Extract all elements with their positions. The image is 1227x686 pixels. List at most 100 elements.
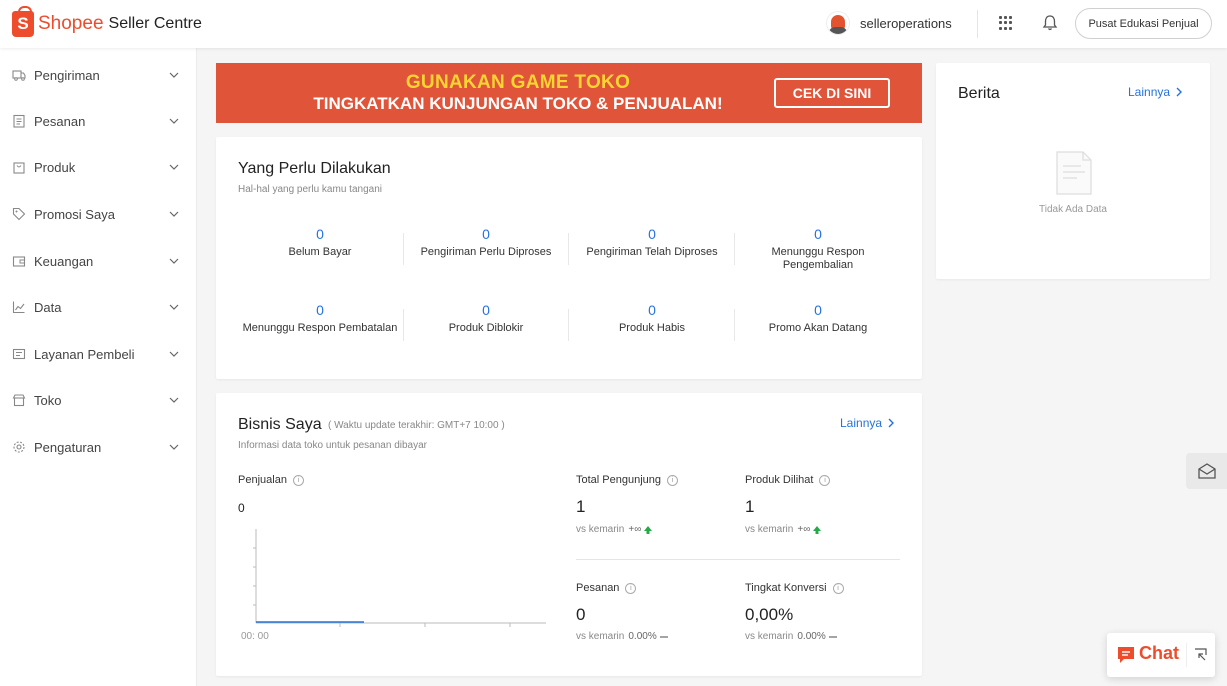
arrow-up-icon (644, 525, 653, 534)
business-card: Bisnis Saya ( Waktu update terakhir: GMT… (216, 393, 922, 676)
sidebar-item-pengaturan[interactable]: Pengaturan (0, 424, 197, 470)
more-link-label: Lainnya (840, 416, 883, 430)
sidebar-item-toko[interactable]: Toko (0, 377, 197, 423)
sales-chart: 00: 00 (241, 529, 546, 642)
mail-icon (1197, 463, 1216, 479)
todo-item[interactable]: 0 Produk Habis (569, 300, 735, 335)
chevron-down-icon (169, 351, 179, 357)
info-icon[interactable]: i (292, 474, 304, 486)
todo-card: Yang Perlu Dilakukan Hal-hal yang perlu … (216, 137, 922, 379)
todo-item[interactable]: 0 Produk Diblokir (403, 300, 569, 335)
sidebar-item-pesanan[interactable]: Pesanan (0, 98, 197, 144)
info-icon[interactable]: i (625, 582, 637, 594)
chat-label: Chat (1139, 643, 1179, 663)
logo-brand: Shopee (38, 13, 104, 34)
todo-label: Produk Diblokir (448, 322, 524, 334)
sidebar-item-label: Layanan Pembeli (34, 346, 135, 362)
arrow-up-icon (813, 525, 822, 534)
shopee-logo[interactable]: S Shopee Seller Centre (12, 6, 202, 40)
top-header: S Shopee Seller Centre selleroperations … (0, 0, 1227, 48)
news-empty-text: Tidak Ada Data (1038, 204, 1107, 215)
banner-headline: GUNAKAN GAME TOKO (405, 72, 631, 93)
promo-banner[interactable]: GUNAKAN GAME TOKO TINGKATKAN KUNJUNGAN T… (216, 63, 922, 123)
metric-label-text: Total Pengunjung (576, 474, 662, 486)
sales-value: 0 (238, 501, 245, 515)
sidebar-item-keuangan[interactable]: Keuangan (0, 238, 197, 284)
info-icon[interactable]: i (819, 474, 831, 486)
user-menu[interactable]: selleroperations (826, 11, 952, 35)
bag-icon (13, 162, 25, 174)
business-title: Bisnis Saya (238, 416, 322, 433)
metric-label: Produk Dilihat i (745, 474, 831, 486)
chat-divider (1186, 643, 1187, 667)
header-divider (977, 10, 978, 38)
todo-label: Menunggu Respon Pembatalan (242, 322, 398, 334)
chevron-down-icon (169, 164, 179, 170)
todo-label: Pengiriman Perlu Diproses (420, 246, 552, 258)
mail-button[interactable] (1186, 453, 1227, 489)
todo-label: Menunggu Respon Pengembalian (771, 246, 865, 271)
compare-label: vs kemarin (576, 631, 625, 642)
todo-count: 0 (814, 302, 822, 318)
todo-title: Yang Perlu Dilakukan (238, 160, 391, 177)
sidebar-item-promosi-saya[interactable]: Promosi Saya (0, 191, 197, 237)
sidebar-item-produk[interactable]: Produk (0, 144, 197, 190)
chevron-down-icon (169, 397, 179, 403)
logo-mark: S (17, 14, 29, 33)
todo-subtitle: Hal-hal yang perlu kamu tangani (238, 184, 382, 195)
todo-count: 0 (316, 226, 324, 242)
logo-product: Seller Centre (108, 15, 202, 32)
truck-icon (12, 70, 26, 81)
todo-item[interactable]: 0 Pengiriman Telah Diproses (569, 224, 735, 259)
todo-item[interactable]: 0 Menunggu Respon Pengembalian (735, 224, 901, 272)
update-note: ( Waktu update terakhir: GMT+7 10:00 ) (328, 420, 505, 431)
clipboard-icon (13, 114, 25, 128)
todo-item[interactable]: 0 Pengiriman Perlu Diproses (403, 224, 569, 259)
chat-bubble-icon (1118, 647, 1134, 663)
delta-value: +∞ (797, 524, 811, 535)
banner-subheadline: TINGKATKAN KUNJUNGAN TOKO & PENJUALAN! (313, 94, 723, 113)
todo-count: 0 (482, 302, 490, 318)
more-link-label: Lainnya (1128, 85, 1171, 99)
info-icon[interactable]: i (667, 474, 679, 486)
sidebar-item-label: Promosi Saya (34, 206, 115, 222)
gear-icon (13, 441, 25, 453)
news-title: Berita (958, 85, 1000, 102)
todo-count: 0 (482, 226, 490, 242)
line-chart-icon (12, 301, 25, 314)
todo-label: Pengiriman Telah Diproses (586, 246, 718, 258)
support-icon (12, 348, 26, 360)
chevron-down-icon (169, 444, 179, 450)
expand-icon[interactable] (1194, 648, 1207, 661)
business-more-link[interactable]: Lainnya (840, 416, 895, 430)
chevron-down-icon (169, 211, 179, 217)
metric-label: Pesanan i (576, 582, 637, 594)
metric-label: Tingkat Konversi i (745, 582, 844, 594)
metric-compare: vs kemarin 0.00% (576, 631, 669, 642)
delta-value: 0.00% (628, 631, 657, 642)
info-icon[interactable]: i (832, 582, 844, 594)
sidebar-item-data[interactable]: Data (0, 284, 197, 330)
sidebar-item-label: Pesanan (34, 113, 86, 129)
bell-icon[interactable] (1042, 14, 1058, 32)
news-more-link[interactable]: Lainnya (1128, 85, 1183, 99)
metric-divider (576, 559, 900, 560)
education-center-button[interactable]: Pusat Edukasi Penjual (1075, 8, 1212, 39)
delta-value: +∞ (628, 524, 642, 535)
news-card: Berita Lainnya Tidak Ada Data (936, 63, 1210, 279)
compare-label: vs kemarin (576, 524, 625, 535)
chat-widget[interactable]: Chat (1107, 633, 1215, 677)
metric-compare: vs kemarin +∞ (745, 524, 822, 535)
sidebar-item-label: Produk (34, 159, 76, 175)
banner-cta-button[interactable]: CEK DI SINI (774, 78, 890, 108)
apps-grid-icon[interactable] (999, 16, 1013, 30)
todo-item[interactable]: 0 Belum Bayar (237, 224, 403, 259)
todo-count: 0 (648, 226, 656, 242)
empty-document-icon (1056, 151, 1092, 195)
todo-item[interactable]: 0 Promo Akan Datang (735, 300, 901, 335)
username: selleroperations (860, 15, 952, 31)
sidebar-item-layanan-pembeli[interactable]: Layanan Pembeli (0, 331, 197, 377)
wallet-icon (12, 256, 26, 267)
sidebar-item-pengiriman[interactable]: Pengiriman (0, 52, 197, 98)
todo-item[interactable]: 0 Menunggu Respon Pembatalan (237, 300, 403, 335)
